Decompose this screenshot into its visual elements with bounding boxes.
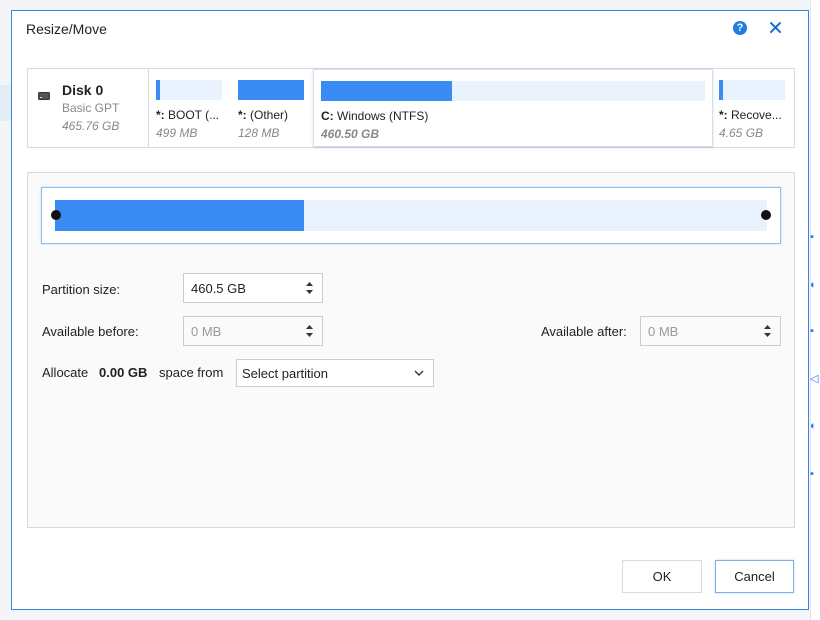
allocate-suffix: space from (159, 365, 224, 380)
disk-size: 465.76 GB (62, 119, 120, 133)
resize-panel: Partition size: Available before: Availa… (27, 172, 795, 528)
partition-size-stepper[interactable] (183, 273, 323, 303)
available-before-input[interactable] (184, 317, 322, 345)
partition-usage-fill (321, 81, 452, 101)
slider-right-handle[interactable] (761, 210, 771, 220)
slider-used-space (55, 200, 305, 231)
slider-track (55, 200, 767, 231)
allocate-amount: 0.00 GB (99, 365, 148, 380)
partition-usage-fill (156, 80, 160, 100)
available-after-stepper[interactable] (640, 316, 781, 346)
available-before-label: Available before: (42, 324, 139, 339)
partition-size: 4.65 GB (719, 126, 764, 140)
background-icon: ◐ (810, 279, 817, 291)
stepper-arrows-icon[interactable] (306, 324, 313, 338)
slider-left-handle[interactable] (51, 210, 61, 220)
help-icon[interactable]: ? (733, 21, 747, 35)
partition-size: 128 MB (238, 126, 280, 140)
dropdown-value: Select partition (242, 366, 328, 381)
background-icon: ▪ (810, 325, 814, 337)
partition-recovery[interactable]: *: Recove... 4.65 GB (719, 69, 787, 147)
partition-label: C: Windows (NTFS) (321, 109, 429, 123)
allocate-source-dropdown[interactable]: Select partition (236, 359, 434, 387)
available-before-stepper[interactable] (183, 316, 323, 346)
resize-move-dialog: Resize/Move ? Disk 0 Basic GPT 465.76 GB… (11, 10, 809, 610)
background-icon: ◐ (810, 420, 817, 432)
stepper-arrows-icon[interactable] (306, 281, 313, 295)
available-after-label: Available after: (541, 324, 627, 339)
allocate-label: Allocate (42, 365, 89, 380)
dialog-title: Resize/Move (26, 21, 107, 37)
partition-size-input[interactable] (184, 274, 322, 302)
partition-windows[interactable]: C: Windows (NTFS) 460.50 GB (313, 69, 713, 147)
partition-usage-bar (156, 80, 222, 100)
partition-size-label: Partition size: (42, 282, 121, 297)
partition-usage-fill (238, 80, 304, 100)
disk-type: Basic GPT (62, 101, 120, 115)
background-icon: ▪ (810, 468, 814, 480)
background-app-panel (810, 0, 820, 620)
disk-name: Disk 0 (62, 82, 104, 98)
disk-info: Disk 0 Basic GPT 465.76 GB (28, 69, 149, 147)
partition-usage-bar (238, 80, 304, 100)
chevron-down-icon (414, 370, 424, 376)
cancel-button[interactable]: Cancel (715, 560, 794, 593)
background-icon: ◁ (810, 373, 819, 385)
background-icon: ▪ (810, 231, 814, 243)
ok-button[interactable]: OK (622, 560, 702, 593)
partition-label: *: BOOT (... (156, 108, 220, 122)
disk-map: Disk 0 Basic GPT 465.76 GB *: BOOT (... … (27, 68, 795, 148)
partition-other[interactable]: *: (Other) 128 MB (238, 69, 306, 147)
close-icon[interactable] (768, 18, 784, 36)
partition-size: 499 MB (156, 126, 198, 140)
stepper-arrows-icon[interactable] (764, 324, 771, 338)
partition-size: 460.50 GB (321, 127, 380, 141)
partition-usage-fill (719, 80, 723, 100)
partition-label: *: (Other) (238, 108, 289, 122)
partition-label: *: Recove... (719, 108, 782, 122)
partition-usage-bar (719, 80, 785, 100)
partition-boot[interactable]: *: BOOT (... 499 MB (156, 69, 224, 147)
available-after-input[interactable] (641, 317, 780, 345)
hard-disk-icon (38, 88, 50, 100)
partition-usage-bar (321, 81, 705, 101)
partition-resize-slider[interactable] (41, 187, 781, 244)
